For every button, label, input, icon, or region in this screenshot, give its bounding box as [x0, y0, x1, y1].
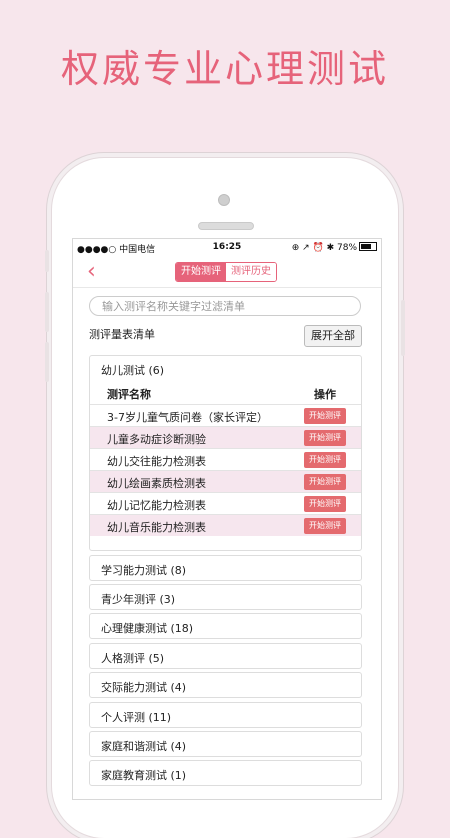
- search-input[interactable]: 输入测评名称关键字过滤清单: [89, 296, 361, 316]
- app-screen: ●●●●○ 中国电信 16:25 ⊕ ↗ ⏰ ✱ 78% ‹ 开始测评 测评历史…: [72, 238, 382, 800]
- category-item[interactable]: 青少年测评 (3): [89, 584, 362, 610]
- category-item[interactable]: 个人评测 (11): [89, 702, 362, 728]
- table-row: 幼儿绘画素质检测表 开始测评: [90, 470, 361, 492]
- table-row: 儿童多动症诊断测验 开始测评: [90, 426, 361, 448]
- start-assessment-button[interactable]: 开始测评: [304, 474, 346, 490]
- assessment-name: 幼儿交往能力检测表: [107, 455, 206, 468]
- chevron-left-icon[interactable]: ‹: [87, 259, 96, 285]
- column-header-name: 测评名称: [107, 388, 151, 401]
- status-bar: ●●●●○ 中国电信 16:25 ⊕ ↗ ⏰ ✱ 78%: [73, 239, 381, 257]
- column-header-action: 操作: [314, 388, 336, 401]
- status-icons: ⊕ ↗ ⏰ ✱ 78%: [292, 242, 377, 253]
- list-title: 测评量表清单: [89, 328, 155, 341]
- category-label: 家庭教育测试 (1): [101, 769, 187, 782]
- assessment-name: 3-7岁儿童气质问卷（家长评定）: [107, 411, 268, 424]
- camera: [218, 194, 230, 206]
- table-row: 幼儿记忆能力检测表 开始测评: [90, 492, 361, 514]
- start-assessment-button[interactable]: 开始测评: [304, 518, 346, 534]
- category-panel-expanded: 幼儿测试 (6) 测评名称 操作 3-7岁儿童气质问卷（家长评定） 开始测评 儿…: [89, 355, 362, 551]
- expand-all-button[interactable]: 展开全部: [304, 325, 362, 347]
- phone-power-button: [401, 300, 405, 356]
- start-assessment-button[interactable]: 开始测评: [304, 496, 346, 512]
- category-item[interactable]: 学习能力测试 (8): [89, 555, 362, 581]
- phone-volume-down-button: [45, 342, 49, 382]
- speaker: [198, 222, 254, 230]
- category-title[interactable]: 幼儿测试 (6): [101, 362, 164, 378]
- table-header: 测评名称 操作: [90, 384, 361, 402]
- phone-volume-up-button: [45, 292, 49, 332]
- start-assessment-button[interactable]: 开始测评: [304, 430, 346, 446]
- tab-assessment-history[interactable]: 测评历史: [226, 263, 276, 281]
- category-item[interactable]: 人格测评 (5): [89, 643, 362, 669]
- table-row: 幼儿交往能力检测表 开始测评: [90, 448, 361, 470]
- segmented-control: 开始测评 测评历史: [175, 262, 277, 282]
- category-label: 人格测评 (5): [101, 652, 165, 665]
- category-item[interactable]: 家庭教育测试 (1): [89, 760, 362, 786]
- start-assessment-button[interactable]: 开始测评: [304, 408, 346, 424]
- category-item[interactable]: 心理健康测试 (18): [89, 613, 362, 639]
- assessment-name: 幼儿绘画素质检测表: [107, 477, 206, 490]
- nav-bar: ‹ 开始测评 测评历史: [73, 257, 381, 288]
- category-label: 家庭和谐测试 (4): [101, 740, 187, 753]
- assessment-name: 儿童多动症诊断测验: [107, 433, 206, 446]
- category-label: 学习能力测试 (8): [101, 564, 187, 577]
- assessment-name: 幼儿音乐能力检测表: [107, 521, 206, 534]
- battery-icon: [359, 242, 377, 251]
- category-item[interactable]: 交际能力测试 (4): [89, 672, 362, 698]
- category-label: 心理健康测试 (18): [101, 622, 194, 635]
- category-label: 个人评测 (11): [101, 711, 172, 724]
- assessment-name: 幼儿记忆能力检测表: [107, 499, 206, 512]
- table-row: 3-7岁儿童气质问卷（家长评定） 开始测评: [90, 404, 361, 426]
- table-row: 幼儿音乐能力检测表 开始测评: [90, 514, 361, 536]
- tab-start-assessment[interactable]: 开始测评: [176, 263, 226, 281]
- category-label: 青少年测评 (3): [101, 593, 176, 606]
- headline: 权威专业心理测试: [60, 47, 389, 91]
- category-label: 交际能力测试 (4): [101, 681, 187, 694]
- phone-side-button: [45, 250, 49, 272]
- start-assessment-button[interactable]: 开始测评: [304, 452, 346, 468]
- category-item[interactable]: 家庭和谐测试 (4): [89, 731, 362, 757]
- status-icons-text: ⊕ ↗ ⏰ ✱ 78%: [291, 243, 357, 253]
